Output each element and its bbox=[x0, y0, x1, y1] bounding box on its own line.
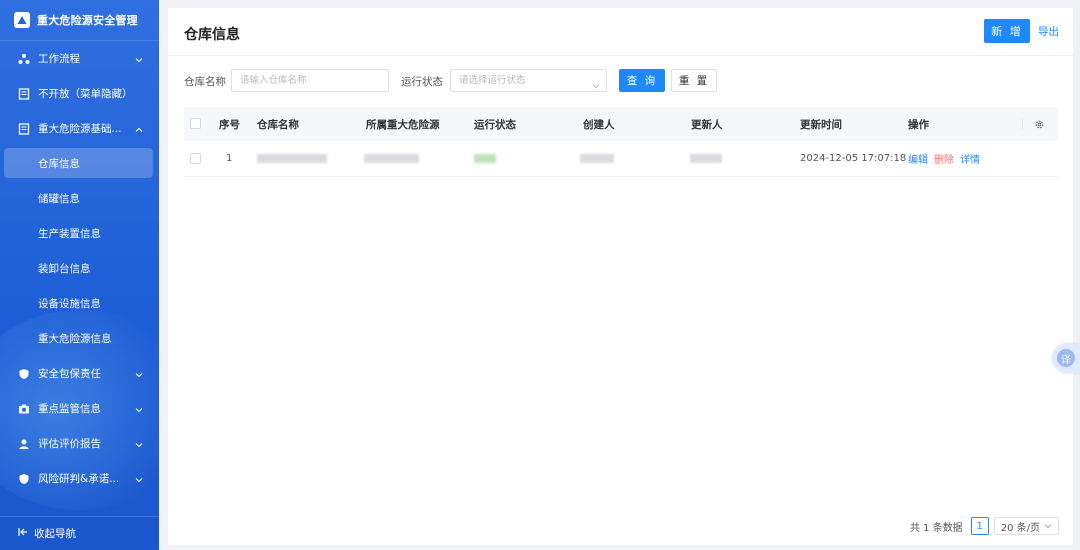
export-link[interactable]: 导出 bbox=[1038, 24, 1059, 39]
app-title: 重大危险源安全管理 bbox=[37, 14, 138, 27]
sidebar-item-assessment-report[interactable]: 评估评价报告 bbox=[0, 426, 159, 461]
settings-icon[interactable] bbox=[1034, 119, 1045, 133]
header-updated-at: 更新时间 bbox=[800, 118, 842, 131]
sidebar-item-hidden[interactable]: 不开放（菜单隐藏） bbox=[0, 76, 159, 111]
chevron-down-icon bbox=[135, 55, 143, 63]
warehouse-name-input[interactable]: 请输入仓库名称 bbox=[231, 69, 389, 92]
table-header: 序号 仓库名称 所属重大危险源 运行状态 创建人 更新人 更新时间 操作 bbox=[184, 107, 1058, 141]
select-all-checkbox[interactable] bbox=[190, 118, 201, 129]
row-updated-at: 2024-12-05 17:07:18 bbox=[800, 153, 907, 164]
collapse-nav-label: 收起导航 bbox=[34, 528, 76, 540]
row-actions: 编辑 删除 详情 bbox=[908, 151, 986, 166]
shield-icon bbox=[18, 368, 30, 380]
run-status-label: 运行状态 bbox=[401, 76, 443, 88]
sidebar-item-label: 不开放（菜单隐藏） bbox=[38, 88, 133, 100]
redacted-warehouse-name bbox=[257, 154, 327, 163]
redacted-creator bbox=[580, 154, 614, 163]
chevron-down-icon bbox=[592, 77, 600, 89]
redacted-major-hazard bbox=[364, 154, 419, 163]
run-status-select[interactable]: 请选择运行状态 bbox=[450, 69, 607, 92]
header-actions: 操作 bbox=[908, 118, 929, 131]
sidebar-subitem-tank[interactable]: 储罐信息 bbox=[0, 181, 159, 216]
sidebar-subitem-loading-platform[interactable]: 装卸台信息 bbox=[0, 251, 159, 286]
app-brand[interactable]: 重大危险源安全管理 bbox=[0, 0, 159, 41]
sidebar-item-label: 安全包保责任 bbox=[38, 368, 101, 380]
chevron-down-icon bbox=[135, 440, 143, 448]
query-button[interactable]: 查 询 bbox=[619, 69, 665, 92]
header-warehouse-name: 仓库名称 bbox=[257, 118, 299, 131]
run-status-placeholder: 请选择运行状态 bbox=[459, 75, 526, 86]
table-row: 1 2024-12-05 17:07:18 编辑 删除 详情 bbox=[184, 141, 1058, 177]
sidebar-item-key-supervision[interactable]: 重点监管信息 bbox=[0, 391, 159, 426]
pagination-total: 共 1 条数据 bbox=[909, 522, 963, 534]
sidebar-item-hazard-basic[interactable]: 重大危险源基础... bbox=[0, 111, 159, 146]
header-divider bbox=[168, 55, 1073, 56]
sidebar-item-label: 工作流程 bbox=[38, 53, 80, 65]
sidebar-subitem-label: 设备设施信息 bbox=[38, 298, 101, 310]
sidebar-item-label: 评估评价报告 bbox=[38, 438, 101, 450]
redacted-updater bbox=[690, 154, 722, 163]
sidebar-subitem-label: 储罐信息 bbox=[38, 193, 80, 205]
sidebar-menu: 工作流程 不开放（菜单隐藏） 重大危险源基础... 仓库信息 储罐信息 生产装置… bbox=[0, 41, 159, 496]
sidebar-subitem-label: 仓库信息 bbox=[38, 157, 80, 170]
sidebar-item-label: 风险研判&承诺... bbox=[38, 473, 120, 485]
collapse-icon bbox=[18, 527, 28, 540]
app-logo-icon bbox=[14, 12, 30, 28]
sidebar-item-label: 重点监管信息 bbox=[38, 403, 101, 415]
edit-link[interactable]: 编辑 bbox=[908, 155, 928, 166]
collapse-nav-button[interactable]: 收起导航 bbox=[0, 516, 159, 550]
add-button[interactable]: 新 增 bbox=[984, 19, 1030, 43]
reset-button[interactable]: 重 置 bbox=[671, 69, 717, 92]
sidebar-subitem-production-unit[interactable]: 生产装置信息 bbox=[0, 216, 159, 251]
sidebar-subitem-warehouse[interactable]: 仓库信息 bbox=[4, 148, 153, 178]
redacted-run-status bbox=[474, 154, 496, 163]
filter-form: 仓库名称 请输入仓库名称 运行状态 请选择运行状态 查 询 重 置 bbox=[184, 69, 1064, 93]
document-icon bbox=[18, 87, 30, 100]
pagination: 共 1 条数据 1 20 条/页 bbox=[910, 517, 1059, 535]
chevron-down-icon bbox=[135, 370, 143, 378]
translate-float-button[interactable]: 译 bbox=[1052, 343, 1080, 373]
camera-icon bbox=[18, 403, 30, 415]
detail-link[interactable]: 详情 bbox=[960, 155, 980, 166]
warehouse-name-label: 仓库名称 bbox=[184, 76, 226, 88]
translate-icon: 译 bbox=[1057, 349, 1075, 367]
user-icon bbox=[18, 438, 30, 450]
shield-icon bbox=[18, 473, 30, 485]
page-number-button[interactable]: 1 bbox=[970, 517, 989, 535]
chevron-up-icon bbox=[135, 125, 143, 133]
sidebar-subitem-label: 重大危险源信息 bbox=[38, 333, 112, 345]
delete-link[interactable]: 删除 bbox=[934, 155, 954, 166]
workflow-icon bbox=[18, 53, 30, 65]
chevron-down-icon bbox=[1044, 524, 1052, 529]
sidebar-subitem-label: 生产装置信息 bbox=[38, 228, 101, 240]
document-icon bbox=[18, 122, 30, 135]
chevron-down-icon bbox=[135, 405, 143, 413]
sidebar-item-risk-commitment[interactable]: 风险研判&承诺... bbox=[0, 461, 159, 496]
chevron-down-icon bbox=[135, 475, 143, 483]
page-size-select[interactable]: 20 条/页 bbox=[993, 517, 1059, 535]
page-size-value: 20 条/页 bbox=[1000, 522, 1040, 534]
row-checkbox[interactable] bbox=[190, 153, 201, 164]
header-updater: 更新人 bbox=[691, 118, 723, 131]
page-title: 仓库信息 bbox=[184, 27, 240, 43]
header-creator: 创建人 bbox=[583, 118, 615, 131]
warehouse-table: 序号 仓库名称 所属重大危险源 运行状态 创建人 更新人 更新时间 操作 1 2… bbox=[184, 107, 1058, 177]
sidebar: 重大危险源安全管理 工作流程 不开放（菜单隐藏） 重大危险源基础... 仓库信息… bbox=[0, 0, 159, 550]
sidebar-item-label: 重大危险源基础... bbox=[38, 123, 122, 135]
sidebar-subitem-equipment[interactable]: 设备设施信息 bbox=[0, 286, 159, 321]
header-separator bbox=[1022, 119, 1023, 129]
sidebar-item-workflow[interactable]: 工作流程 bbox=[0, 41, 159, 76]
header-run-status: 运行状态 bbox=[474, 118, 516, 131]
row-index: 1 bbox=[226, 153, 233, 164]
main-panel: 仓库信息 新 增 导出 仓库名称 请输入仓库名称 运行状态 请选择运行状态 查 … bbox=[168, 8, 1073, 545]
sidebar-item-safety-responsibility[interactable]: 安全包保责任 bbox=[0, 356, 159, 391]
header-major-hazard: 所属重大危险源 bbox=[366, 118, 440, 131]
sidebar-subitem-label: 装卸台信息 bbox=[38, 263, 91, 275]
header-index: 序号 bbox=[219, 118, 240, 131]
sidebar-subitem-major-hazard[interactable]: 重大危险源信息 bbox=[0, 321, 159, 356]
